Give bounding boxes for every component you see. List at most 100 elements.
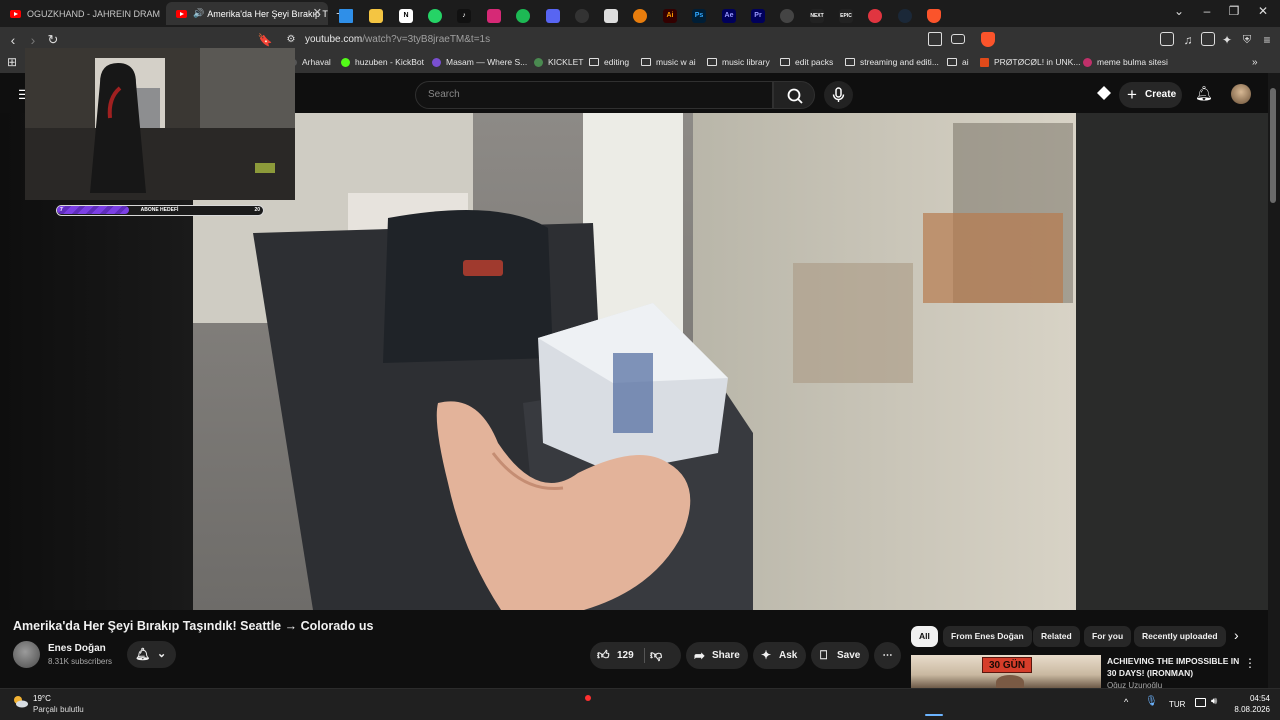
network-icon[interactable] [1195,698,1206,707]
chips-next-arrow-icon[interactable]: › [1234,627,1239,643]
chip-from-channel[interactable]: From Enes Doğan [943,626,1032,647]
translate-icon[interactable] [928,32,942,46]
more-bookmarks-icon[interactable]: » [1252,57,1258,68]
notion-icon[interactable]: N [399,9,413,23]
discord-icon[interactable] [546,9,560,23]
capcut-icon[interactable] [604,9,618,23]
sidebar-icon[interactable] [1201,32,1215,46]
blender-icon[interactable] [633,9,647,23]
clock-time[interactable]: 04:54 [1230,694,1270,703]
avatar[interactable] [1231,84,1251,104]
bookmark-folder[interactable]: ai [947,57,969,67]
leo-ai-icon[interactable]: ✦ [1219,31,1235,49]
chip-for-you[interactable]: For you [1084,626,1132,647]
minimize-button[interactable]: – [1198,4,1216,18]
bookmark-icon[interactable]: 🔖 [257,31,273,49]
ask-button[interactable]: ✦ Ask [753,642,806,669]
clock-date[interactable]: 8.08.2026 [1222,705,1270,714]
close-tab-icon[interactable]: ✕ [313,6,322,19]
bookmark-label: edit packs [795,57,834,67]
voice-search-button[interactable] [824,81,853,109]
bookmark-label: streaming and editi... [860,57,939,67]
menu-icon[interactable]: ≡ [1259,31,1275,49]
vpn-icon[interactable]: ⛨ [1239,31,1255,49]
browser-tab[interactable]: OGUZKHAND - JAHREIN DRAMASI - [0,2,160,25]
bookmark-item[interactable]: Masam — Where S... [432,57,527,67]
brave-browser-icon[interactable] [927,9,941,23]
recommendation-menu-icon[interactable]: ⋮ [1244,656,1256,670]
share-button[interactable]: ➦ Share [686,642,748,669]
photoshop-icon[interactable]: Ps [692,9,706,23]
channel-avatar[interactable] [13,641,40,668]
microphone-tray-icon[interactable]: 🎙︎ [1145,696,1158,707]
scrollbar-thumb[interactable] [1270,88,1276,203]
recommendation-title[interactable]: ACHIEVING THE IMPOSSIBLE IN 30 DAYS! (IR… [1107,655,1242,679]
chip-recently-uploaded[interactable]: Recently uploaded [1134,626,1226,647]
like-count: 129 [617,650,634,661]
tiktok-icon[interactable]: ♪ [457,9,471,23]
recommendation-thumbnail[interactable]: 30 GÜN [911,655,1101,688]
apps-grid-icon[interactable]: ⊞ [4,53,20,71]
illustrator-icon[interactable]: Ai [663,9,677,23]
browser-tab-active[interactable]: 🔊 Amerika'da Her Şeyi Bırakıp T ✕ [166,2,328,25]
url-host: youtube.com [305,34,363,45]
notifications-bell-icon[interactable]: 🔔︎ [1195,85,1213,102]
bookmark-folder[interactable]: editing [589,57,629,67]
tab-search-icon[interactable]: ⌄ [1170,4,1188,18]
epic-games-icon[interactable]: EPIC [839,9,853,23]
reload-icon[interactable]: ↻ [45,31,61,49]
file-explorer-icon[interactable] [369,9,383,23]
like-button[interactable]: 👍︎ 129 [590,642,644,669]
close-window-button[interactable]: ✕ [1254,4,1272,18]
volume-icon[interactable]: 🔊︎ [1211,696,1217,707]
bookmark-folder[interactable]: edit packs [780,57,833,67]
steelseries-icon[interactable] [780,9,794,23]
ask-label: Ask [779,650,798,661]
app-icon[interactable] [868,9,882,23]
dislike-button[interactable]: 👎︎ [650,642,662,669]
maximize-button[interactable]: ❐ [1225,4,1243,18]
weather-temperature[interactable]: 19°C [33,694,51,703]
brave-shields-icon[interactable] [981,32,995,47]
channel-name[interactable]: Enes Doğan [48,643,106,654]
back-icon[interactable]: ‹ [5,31,21,49]
bookmark-folder[interactable]: music w ai [641,57,696,67]
media-icon[interactable]: ♫ [1180,31,1196,49]
after-effects-icon[interactable]: Ae [722,9,736,23]
more-actions-button[interactable]: ⋯ [874,642,901,669]
cast-icon[interactable] [951,34,965,44]
site-info-icon[interactable]: ⚙ [283,31,299,49]
instagram-icon[interactable] [487,9,501,23]
whatsapp-icon[interactable] [428,9,442,23]
save-button[interactable]: ⎕ Save [811,642,869,669]
chip-all[interactable]: All [911,626,938,647]
windows-start-icon[interactable] [339,9,353,23]
share-label: Share [712,650,740,661]
search-button[interactable] [773,81,815,109]
language-indicator[interactable]: TUR [1169,700,1185,709]
obs-icon[interactable] [575,9,589,23]
subscribed-notifications-button[interactable]: 🔔︎ ⌄ [127,641,176,668]
weather-description[interactable]: Parçalı bulutlu [33,705,84,714]
create-button[interactable]: + Create [1119,82,1182,108]
system-tray-chevron-icon[interactable]: ^ [1124,697,1128,707]
bookmark-item[interactable]: KICKLET [534,57,583,67]
url-field[interactable]: youtube.com/watch?v=3tyB8jraeTM&t=1s [305,34,490,45]
steam-icon[interactable] [898,9,912,23]
video-player[interactable] [193,113,1076,610]
search-input[interactable]: Search [415,81,773,109]
forward-icon[interactable]: › [25,31,41,49]
ai-feature-icon[interactable] [1097,86,1111,100]
premiere-icon[interactable]: Pr [751,9,765,23]
next-app-icon[interactable]: NEXT [810,9,824,23]
bookmark-folder[interactable]: music library [707,57,770,67]
chip-related[interactable]: Related [1033,626,1080,647]
bookmark-item[interactable]: Arhaval [290,57,331,67]
bookmark-folder[interactable]: streaming and editi... [845,57,939,67]
spotify-icon[interactable] [516,9,530,23]
extensions-icon[interactable] [1160,32,1174,46]
bookmark-item[interactable]: meme bulma sitesi [1083,57,1168,67]
bookmark-item[interactable]: PRØTØCØL! in UNK... [980,57,1080,67]
bookmark-item[interactable]: huzuben - KickBot [341,57,424,67]
chevron-down-icon: ⌄ [157,648,167,660]
